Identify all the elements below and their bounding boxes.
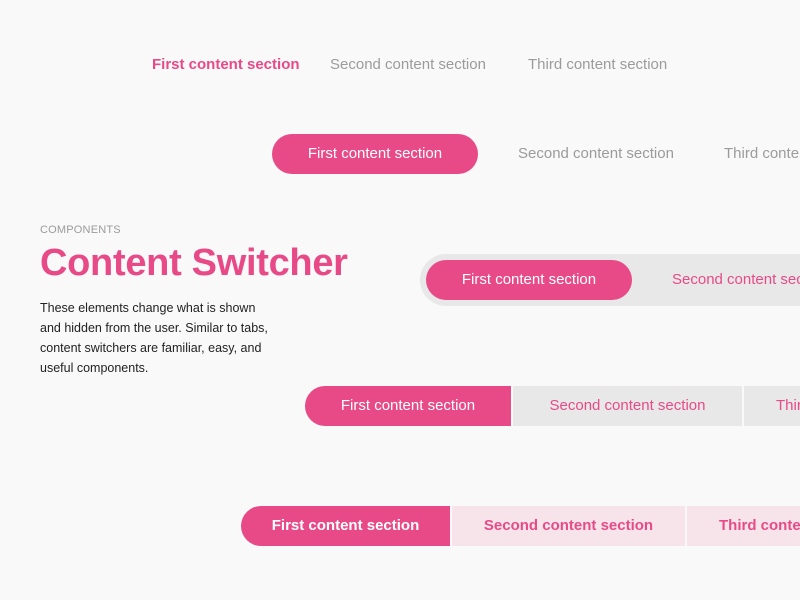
- tab-second-content-section[interactable]: Second content section: [672, 260, 800, 300]
- tab-third-content-section[interactable]: Third content section: [528, 56, 667, 73]
- tab-first-content-section[interactable]: First content section: [152, 56, 330, 73]
- content-switcher-text: First content section Second content sec…: [152, 56, 667, 73]
- tab-second-content-section[interactable]: Second content section: [330, 56, 528, 73]
- tab-third-content-section[interactable]: Third content section: [744, 386, 800, 426]
- tab-second-content-section[interactable]: Second content section: [452, 506, 685, 546]
- content-switcher-pill-track: First content section Second content sec…: [420, 254, 800, 306]
- tab-first-content-section[interactable]: First content section: [272, 134, 478, 174]
- tab-third-content-section[interactable]: Third content section: [724, 134, 800, 174]
- tab-second-content-section[interactable]: Second content section: [513, 386, 742, 426]
- tab-second-content-section[interactable]: Second content section: [518, 134, 724, 174]
- tab-first-content-section[interactable]: First content section: [305, 386, 511, 426]
- content-switcher-pill: First content section Second content sec…: [272, 134, 800, 174]
- page-description: These elements change what is shown and …: [40, 301, 268, 375]
- tab-third-content-section[interactable]: Third content section: [687, 506, 800, 546]
- tab-first-content-section[interactable]: First content section: [426, 260, 632, 300]
- tab-first-content-section[interactable]: First content section: [241, 506, 450, 546]
- page-title: Content Switcher: [40, 242, 348, 284]
- content-switcher-segmented-grey: First content section Second content sec…: [305, 386, 800, 426]
- section-eyebrow: COMPONENTS: [40, 224, 121, 236]
- content-switcher-segmented-pink: First content section Second content sec…: [241, 506, 800, 546]
